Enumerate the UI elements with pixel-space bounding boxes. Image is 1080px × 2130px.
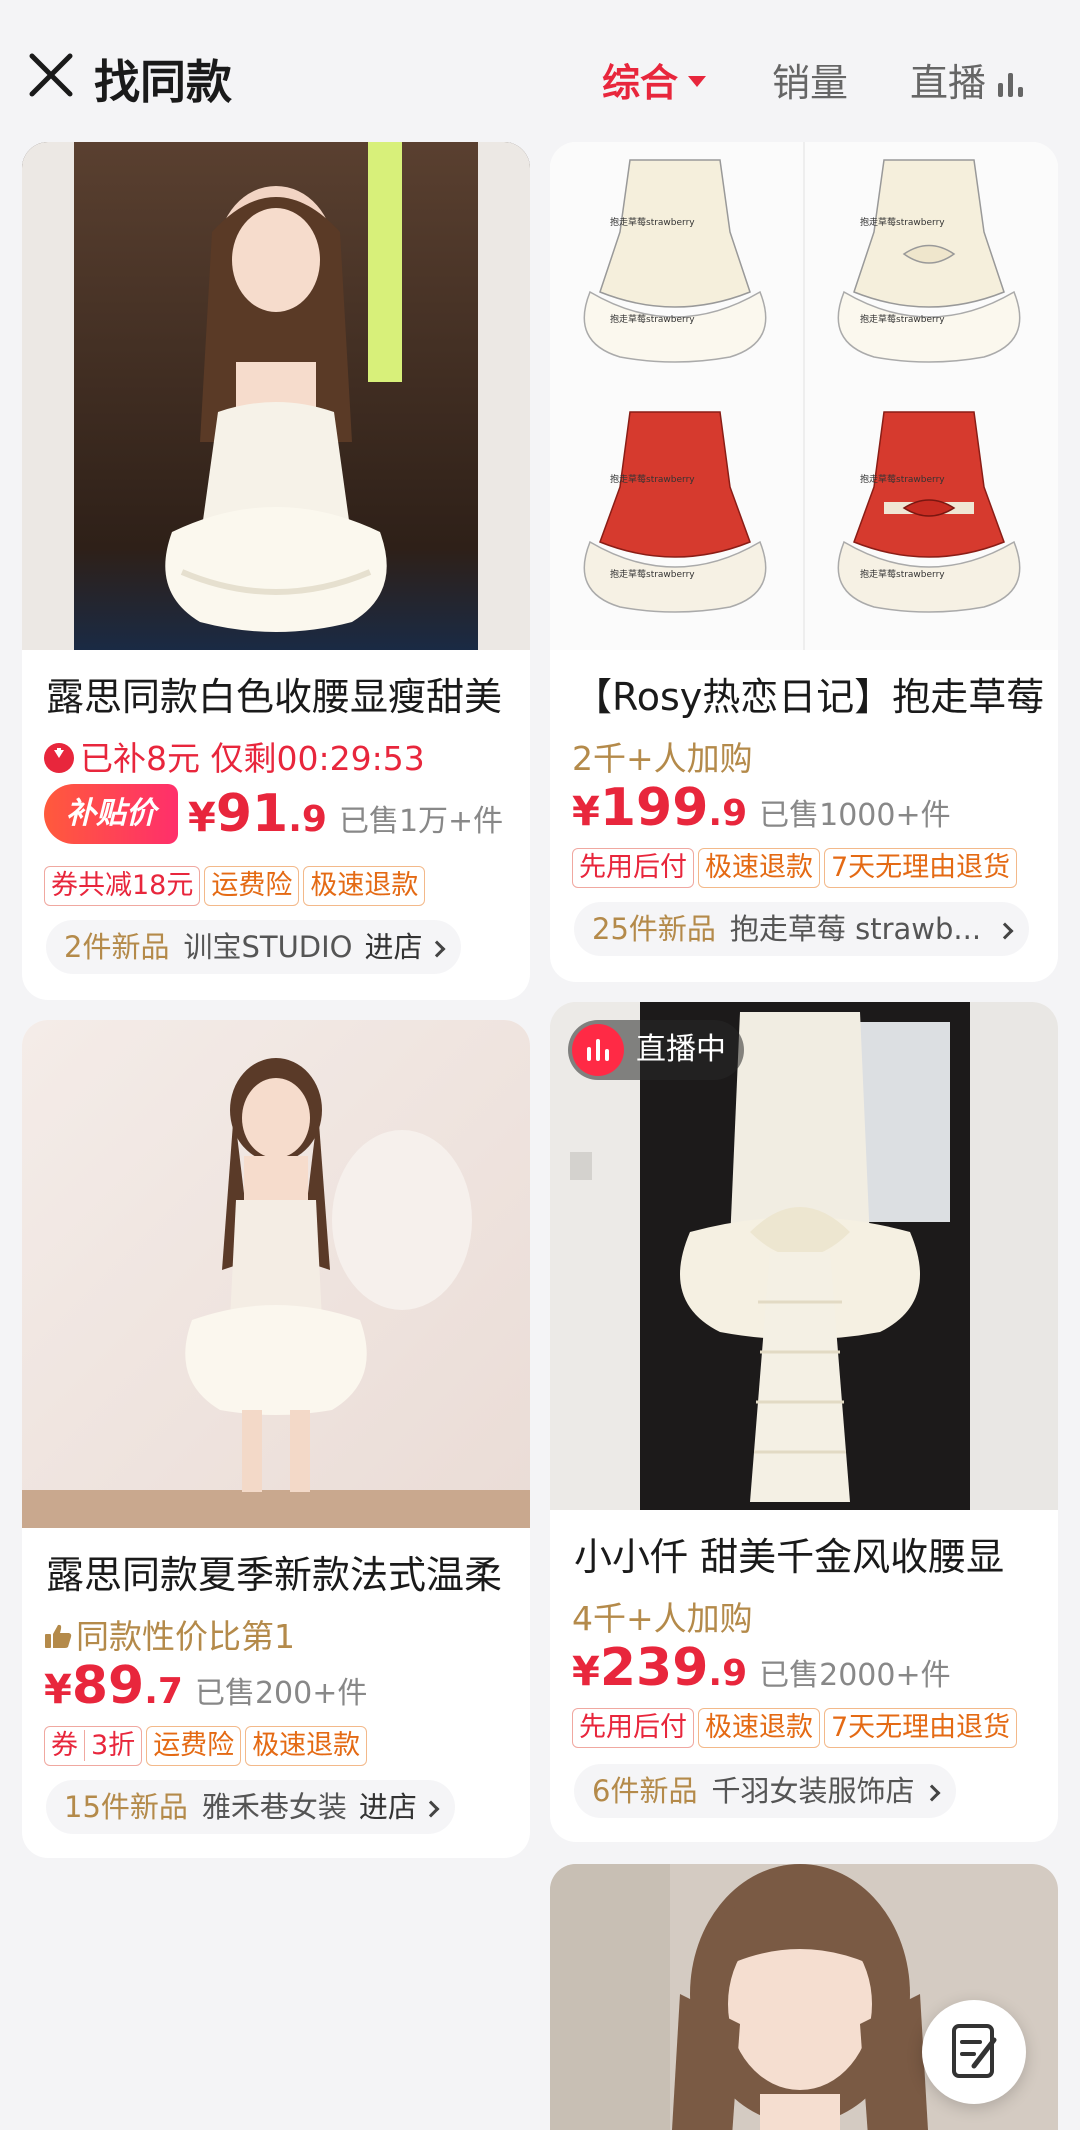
currency-symbol: ¥ <box>44 1667 72 1713</box>
price-row: 补贴价 ¥91.9 已售1万+件 <box>44 784 503 844</box>
watermark-2: 抱走草莓strawberry <box>860 216 945 228</box>
chevron-right-icon <box>923 1784 941 1802</box>
tag-fast-refund: 极速退款 <box>303 866 426 906</box>
add-to-cart-count: 4千+人加购 <box>572 1599 753 1638</box>
price-integer: 239 <box>599 1638 709 1698</box>
price-decimal: .9 <box>708 1653 748 1694</box>
price-row: ¥89.7 已售200+件 <box>44 1656 367 1716</box>
tab-live[interactable]: 直播 <box>910 52 1026 107</box>
chevron-right-icon <box>422 1800 440 1818</box>
tab-sales[interactable]: 销量 <box>772 52 848 107</box>
live-badge: 直播中 <box>568 1020 744 1080</box>
product-title[interactable]: 露思同款夏季新款法式温柔 <box>46 1544 526 1599</box>
chevron-right-icon <box>428 940 446 958</box>
shop-new-count: 25件新品 <box>592 912 716 946</box>
subsidy-price-badge: 补贴价 <box>44 784 178 844</box>
tag-coupon: 券 3折 <box>44 1726 143 1766</box>
ranking-text: 同款性价比第1 <box>76 1617 295 1656</box>
price-decimal: .9 <box>288 799 327 840</box>
shop-new-count: 6件新品 <box>592 1774 698 1808</box>
live-badge-label: 直播中 <box>636 1032 726 1067</box>
product-image-2[interactable]: 抱走草莓strawberry 抱走草莓strawberry 抱走草莓strawb… <box>550 142 1058 650</box>
shop-name: 训宝STUDIO <box>183 930 353 964</box>
close-icon[interactable] <box>26 50 76 100</box>
shop-link[interactable]: 15件新品 雅禾巷女装 进店 <box>46 1780 455 1834</box>
tag-list: 先用后付 极速退款 7天无理由退货 <box>572 848 1021 888</box>
caret-down-icon <box>688 76 707 87</box>
shop-new-count: 2件新品 <box>64 930 170 964</box>
tag-shipping-insurance: 运费险 <box>146 1726 242 1766</box>
subsidy-countdown-text: 已补8元 仅剩00:29:53 <box>80 739 425 778</box>
tag-fast-refund: 极速退款 <box>245 1726 368 1766</box>
sold-count: 已售2000+件 <box>759 1658 951 1693</box>
shop-link[interactable]: 25件新品 抱走草莓 strawb... <box>574 902 1030 956</box>
sold-count: 已售1万+件 <box>338 804 504 839</box>
shop-new-count: 15件新品 <box>64 1790 188 1824</box>
price-row: ¥199.9 已售1000+件 <box>572 778 951 838</box>
watermark-3: 抱走草莓strawberry <box>610 313 695 325</box>
tab-comprehensive[interactable]: 综合 <box>602 52 707 107</box>
shop-name: 千羽女装服饰店 <box>711 1774 915 1808</box>
coupon-label: 券 <box>51 1730 85 1761</box>
price-decimal: .9 <box>708 793 748 834</box>
tag-coupon: 券共减18元 <box>44 866 201 906</box>
page-title: 找同款 <box>94 55 232 109</box>
product-card-4[interactable]: 直播中 小小仟 甜美千金风收腰显 4千+人加购 ¥239.9 已售2000+件 先… <box>550 1002 1058 1842</box>
tag-7day-return: 7天无理由退货 <box>824 848 1018 888</box>
tag-list: 券共减18元 运费险 极速退款 <box>44 866 429 906</box>
product-title[interactable]: 露思同款白色收腰显瘦甜美 <box>46 666 526 721</box>
price-decimal: .7 <box>144 1671 183 1712</box>
shop-link[interactable]: 2件新品 训宝STUDIO 进店 <box>46 920 461 974</box>
product-card-2[interactable]: 抱走草莓strawberry 抱走草莓strawberry 抱走草莓strawb… <box>550 142 1058 982</box>
product-card-1[interactable]: 露思同款白色收腰显瘦甜美 已补8元 仅剩00:29:53 补贴价 ¥91.9 已售1… <box>22 142 530 1000</box>
watermark-8: 抱走草莓strawberry <box>860 568 945 580</box>
watermark-5: 抱走草莓strawberry <box>610 473 695 485</box>
currency-symbol: ¥ <box>572 789 600 835</box>
tag-list: 先用后付 极速退款 7天无理由退货 <box>572 1708 1021 1748</box>
tag-pay-later: 先用后付 <box>572 1708 694 1748</box>
enter-shop-label: 进店 <box>364 930 423 964</box>
shop-name: 抱走草莓 strawb... <box>729 912 982 946</box>
arrow-down-circle-icon <box>44 742 74 773</box>
product-image-1[interactable] <box>22 142 530 650</box>
price-integer: 91 <box>215 784 289 844</box>
currency-symbol: ¥ <box>188 795 216 841</box>
top-bar: 找同款 综合 销量 直播 <box>0 0 1080 150</box>
ranking-line: 同款性价比第1 <box>44 1610 295 1658</box>
watermark-6: 抱走草莓strawberry <box>860 473 945 485</box>
subsidy-countdown: 已补8元 仅剩00:29:53 <box>44 732 425 780</box>
shop-link[interactable]: 6件新品 千羽女装服饰店 <box>574 1764 957 1818</box>
currency-symbol: ¥ <box>572 1649 600 1695</box>
product-title[interactable]: 小小仟 甜美千金风收腰显 <box>574 1526 1054 1581</box>
edit-note-icon <box>952 2024 997 2078</box>
sold-count: 已售200+件 <box>194 1676 368 1711</box>
tag-list: 券 3折 运费险 极速退款 <box>44 1726 371 1766</box>
sold-count: 已售1000+件 <box>759 798 951 833</box>
shop-name: 雅禾巷女装 <box>201 1790 347 1824</box>
coupon-value: 3折 <box>91 1730 136 1761</box>
live-bars-icon <box>572 1024 624 1076</box>
watermark-1: 抱走草莓strawberry <box>610 216 695 228</box>
tag-pay-later: 先用后付 <box>572 848 694 888</box>
tag-fast-refund: 极速退款 <box>698 848 820 888</box>
watermark-7: 抱走草莓strawberry <box>610 568 695 580</box>
product-image-3[interactable] <box>22 1020 530 1528</box>
tag-shipping-insurance: 运费险 <box>204 866 300 906</box>
thumbs-up-icon <box>45 1624 72 1648</box>
product-title[interactable]: 【Rosy热恋日记】抱走草莓 <box>574 666 1054 721</box>
enter-shop-label: 进店 <box>358 1790 417 1824</box>
tab-comprehensive-label: 综合 <box>602 61 679 105</box>
watermark-4: 抱走草莓strawberry <box>860 313 945 325</box>
tab-live-label: 直播 <box>910 61 987 105</box>
price-integer: 89 <box>71 1656 145 1716</box>
add-to-cart-count: 2千+人加购 <box>572 739 753 778</box>
live-bars-icon <box>996 69 1026 97</box>
tag-fast-refund: 极速退款 <box>698 1708 820 1748</box>
product-card-3[interactable]: 露思同款夏季新款法式温柔 同款性价比第1 ¥89.7 已售200+件 券 3折 运费险… <box>22 1020 530 1858</box>
price-integer: 199 <box>599 778 709 838</box>
tag-7day-return: 7天无理由退货 <box>824 1708 1018 1748</box>
feedback-fab[interactable] <box>922 2000 1026 2104</box>
price-row: ¥239.9 已售2000+件 <box>572 1638 951 1698</box>
chevron-right-icon <box>996 922 1014 940</box>
